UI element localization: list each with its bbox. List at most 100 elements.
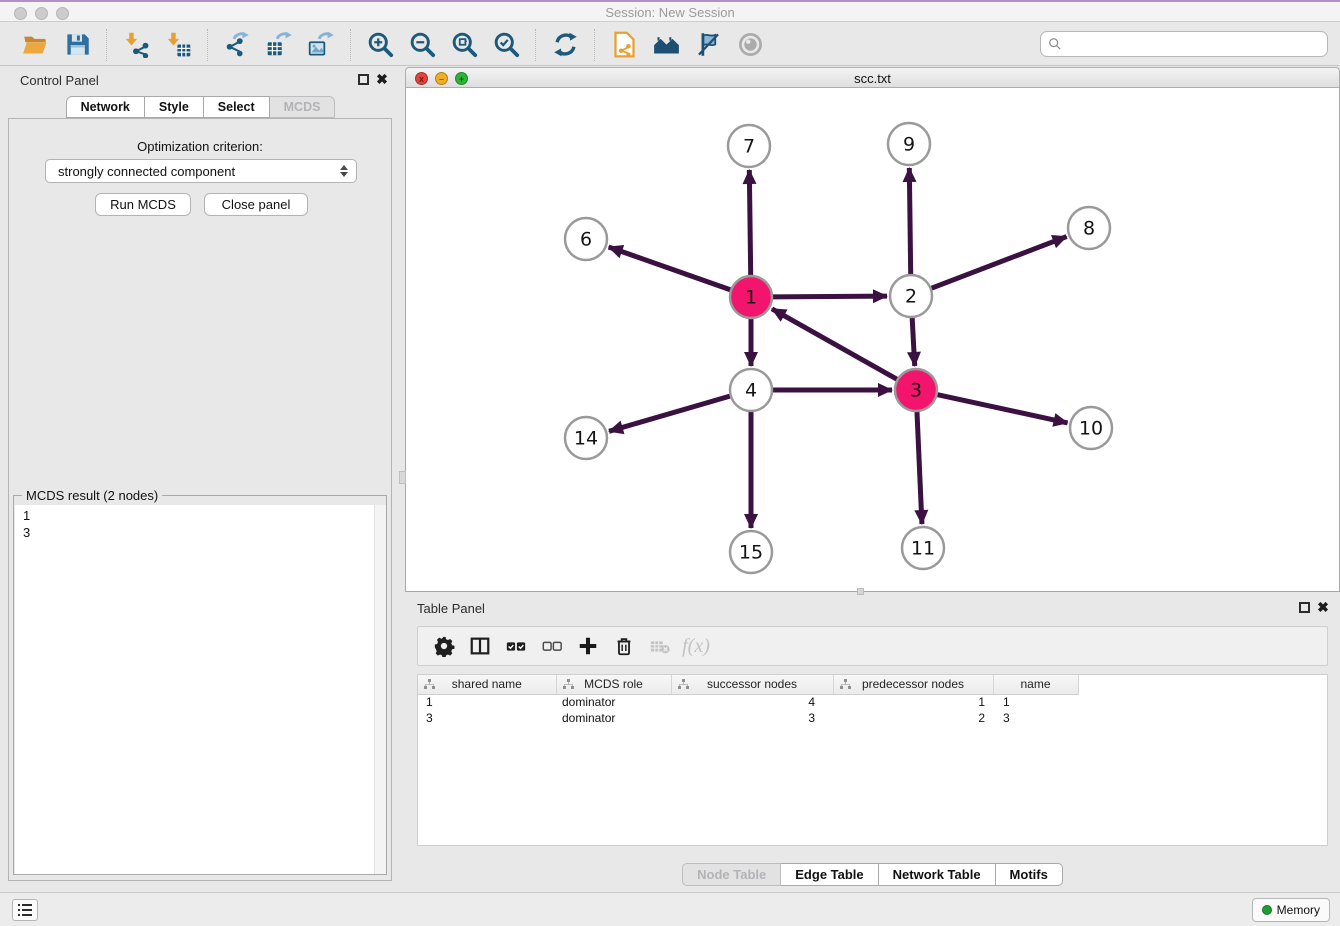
result-scrollbar[interactable] [374, 505, 386, 874]
close-panel-button[interactable]: Close panel [204, 193, 308, 216]
home-button[interactable] [648, 28, 684, 62]
close-table-panel-button[interactable]: ✖ [1316, 599, 1330, 615]
network-window-titlebar[interactable]: x – + scc.txt [405, 67, 1340, 88]
table-cell[interactable]: 1 [833, 694, 993, 710]
tab-network[interactable]: Network [66, 96, 145, 118]
panel-splitter-handle[interactable] [399, 471, 406, 484]
graph-edge-1-2[interactable] [773, 296, 887, 297]
graph-node-15[interactable]: 15 [730, 531, 772, 573]
graph-edge-3-1[interactable] [772, 309, 897, 379]
tab-select[interactable]: Select [204, 96, 270, 118]
open-session-button[interactable] [17, 28, 53, 62]
titlebar: Session: New Session [0, 0, 1340, 22]
float-panel-button[interactable] [358, 74, 369, 85]
search-input[interactable] [1062, 34, 1327, 54]
tab-node-table[interactable]: Node Table [682, 863, 781, 886]
svg-text:4: 4 [745, 380, 757, 402]
graph-node-6[interactable]: 6 [565, 218, 607, 260]
graph-node-2[interactable]: 2 [890, 275, 932, 317]
graph-edge-3-11[interactable] [917, 412, 922, 524]
tab-mcds[interactable]: MCDS [270, 96, 336, 118]
table-cell[interactable]: 3 [671, 710, 833, 726]
graph-node-1[interactable]: 1 [730, 276, 772, 318]
import-network-icon [123, 31, 150, 58]
tab-motifs[interactable]: Motifs [996, 863, 1063, 886]
export-table-button[interactable] [261, 28, 297, 62]
node-table-body: 1dominator4113dominator323 [418, 694, 1078, 726]
graph-node-14[interactable]: 14 [565, 417, 607, 459]
column-header-shared-name[interactable]: shared name [418, 675, 556, 694]
column-header-successor-nodes[interactable]: successor nodes [671, 675, 833, 694]
table-row[interactable]: 1dominator411 [418, 694, 1078, 710]
tab-edge-table[interactable]: Edge Table [781, 863, 878, 886]
graph-node-8[interactable]: 8 [1068, 207, 1110, 249]
zoom-in-button[interactable] [362, 28, 398, 62]
column-header-name[interactable]: name [993, 675, 1078, 694]
table-cell[interactable]: 3 [418, 710, 556, 726]
graph-edge-1-7[interactable] [749, 170, 750, 275]
open-folder-icon [22, 31, 49, 58]
memory-status-icon [1262, 905, 1272, 915]
graph-edge-4-14[interactable] [609, 396, 730, 431]
select-all-button[interactable] [499, 630, 533, 662]
table-settings-button[interactable] [427, 630, 461, 662]
zoom-out-button[interactable] [404, 28, 440, 62]
flag-toggle-button[interactable] [690, 28, 726, 62]
split-panel-button[interactable] [463, 630, 497, 662]
graph-edge-2-3[interactable] [912, 318, 915, 366]
table-cell[interactable]: 3 [993, 710, 1078, 726]
tab-style[interactable]: Style [145, 96, 204, 118]
export-network-button[interactable] [219, 28, 255, 62]
graph-edge-2-8[interactable] [932, 237, 1067, 289]
graph-edge-1-6[interactable] [609, 247, 731, 290]
table-header-row: shared name MCDS role successor nodes pr… [418, 675, 1078, 694]
export-image-button[interactable] [303, 28, 339, 62]
table-cell[interactable]: dominator [556, 694, 671, 710]
eye-button[interactable] [732, 28, 768, 62]
add-column-button[interactable] [571, 630, 605, 662]
import-network-button[interactable] [118, 28, 154, 62]
table-cell[interactable]: 4 [671, 694, 833, 710]
table-cell[interactable]: 1 [993, 694, 1078, 710]
graph-edge-3-10[interactable] [937, 395, 1067, 423]
delete-table-button[interactable] [643, 630, 677, 662]
graph-node-10[interactable]: 10 [1070, 407, 1112, 449]
window-resize-handle[interactable] [857, 588, 864, 595]
float-table-panel-button[interactable] [1299, 602, 1310, 613]
deselect-all-button[interactable] [535, 630, 569, 662]
graph-node-11[interactable]: 11 [902, 527, 944, 569]
close-panel-icon-button[interactable]: ✖ [375, 71, 389, 87]
mcds-result-text: 1 3 [23, 507, 30, 541]
function-builder-button[interactable]: f(x) [679, 630, 713, 662]
network-canvas[interactable]: 1 2 3 4 6 7 8 9 10 11 14 15 [405, 88, 1340, 592]
criterion-value: strongly connected component [58, 164, 340, 179]
table-cell[interactable]: 2 [833, 710, 993, 726]
node-table: shared name MCDS role successor nodes pr… [417, 674, 1328, 846]
run-mcds-button[interactable]: Run MCDS [95, 193, 191, 216]
graph-node-9[interactable]: 9 [888, 123, 930, 165]
graph-edge-2-9[interactable] [909, 168, 910, 274]
memory-button[interactable]: Memory [1252, 898, 1330, 922]
table-cell[interactable]: 1 [418, 694, 556, 710]
network-graph[interactable]: 1 2 3 4 6 7 8 9 10 11 14 15 [406, 88, 1339, 590]
svg-text:15: 15 [739, 542, 763, 564]
tab-network-table[interactable]: Network Table [879, 863, 996, 886]
zoom-selected-button[interactable] [488, 28, 524, 62]
graph-node-3[interactable]: 3 [895, 369, 937, 411]
column-header-mcds-role[interactable]: MCDS role [556, 675, 671, 694]
graph-node-7[interactable]: 7 [728, 125, 770, 167]
table-cell[interactable]: dominator [556, 710, 671, 726]
column-header-predecessor-nodes[interactable]: predecessor nodes [833, 675, 993, 694]
network-from-file-button[interactable] [606, 28, 642, 62]
graph-node-4[interactable]: 4 [730, 369, 772, 411]
task-history-button[interactable] [12, 899, 38, 921]
mcds-result-area[interactable]: 1 3 [15, 505, 386, 874]
table-row[interactable]: 3dominator323 [418, 710, 1078, 726]
save-session-button[interactable] [59, 28, 95, 62]
delete-column-button[interactable] [607, 630, 641, 662]
criterion-dropdown[interactable]: strongly connected component [45, 159, 357, 183]
search-field[interactable] [1040, 31, 1328, 57]
zoom-fit-button[interactable] [446, 28, 482, 62]
refresh-button[interactable] [547, 28, 583, 62]
import-table-button[interactable] [160, 28, 196, 62]
